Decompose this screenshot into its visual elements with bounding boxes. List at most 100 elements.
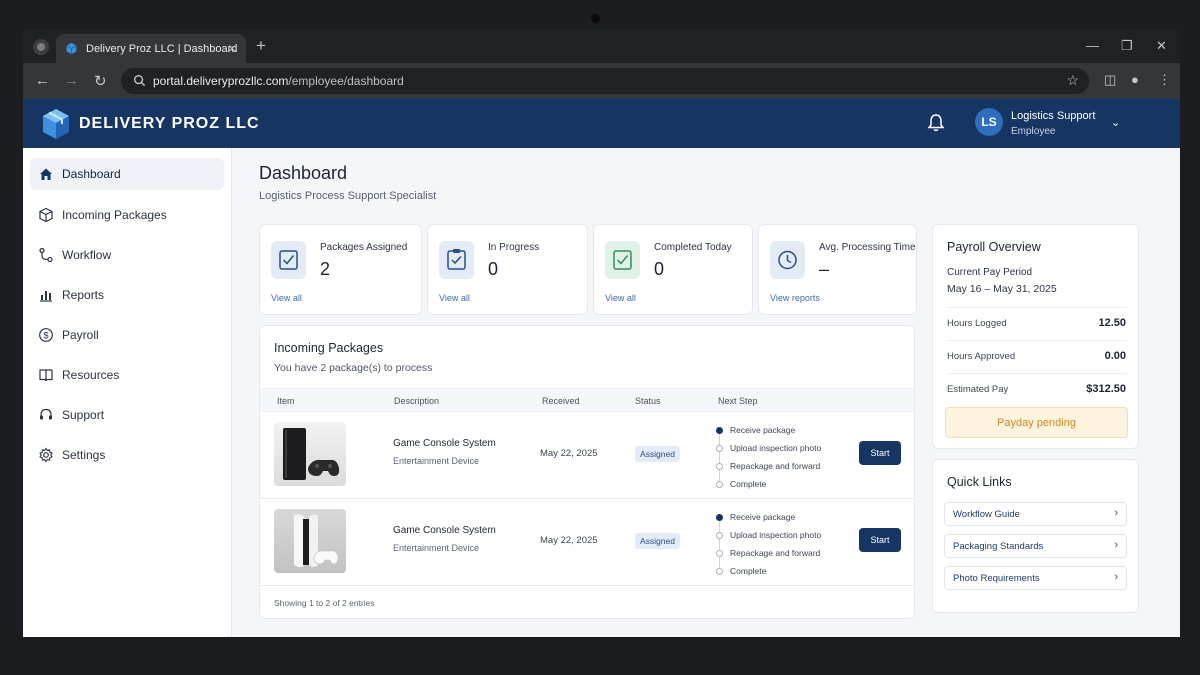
hours-logged-value: 12.50 <box>1098 317 1126 329</box>
new-tab-icon[interactable]: + <box>256 36 266 56</box>
hours-approved-label: Hours Approved <box>947 351 1016 362</box>
stat-value: 2 <box>320 259 331 279</box>
incoming-subtitle: You have 2 package(s) to process <box>274 362 433 374</box>
start-button[interactable]: Start <box>859 528 901 552</box>
column-header: Item <box>277 396 295 406</box>
next-step-tracker: Receive package Upload inspection photo … <box>715 512 855 576</box>
home-icon <box>40 168 52 180</box>
stat-card-completed-today: Completed Today 0 View all <box>593 224 753 315</box>
minimize-icon[interactable]: — <box>1086 38 1099 53</box>
view-all-link[interactable]: View all <box>271 293 302 303</box>
view-reports-link[interactable]: View reports <box>770 293 820 303</box>
step-label: Upload inspection photo <box>730 530 822 540</box>
black-console-image <box>274 422 346 486</box>
address-bar[interactable]: portal.deliveryprozllc.com/employee/dash… <box>121 68 1089 94</box>
sidebar-item-label: Workflow <box>62 248 112 262</box>
table-header: Item Description Received Status Next St… <box>260 388 914 412</box>
divider <box>947 373 1127 374</box>
sidebar-item-payroll[interactable]: $ Payroll <box>30 319 224 351</box>
chevron-down-icon[interactable]: ⌄ <box>1111 116 1120 129</box>
stat-card-avg-processing-time: Avg. Processing Time – View reports <box>758 224 917 315</box>
step-label: Receive package <box>730 425 796 435</box>
chevron-right-icon: › <box>1114 507 1118 519</box>
profile-avatar-icon[interactable]: ● <box>1131 72 1139 87</box>
url-path: /employee/dashboard <box>288 74 404 88</box>
step-dot <box>716 568 723 575</box>
sidebar-item-settings[interactable]: Settings <box>30 439 224 471</box>
book-icon <box>39 369 53 382</box>
package-name: Game Console System <box>393 438 496 449</box>
browser-toolbar: ← → ↻ portal.deliveryprozllc.com/employe… <box>23 63 1180 99</box>
step-label: Repackage and forward <box>730 461 821 471</box>
tab-close-icon[interactable]: × <box>228 40 236 56</box>
clock-icon <box>770 241 805 279</box>
divider <box>947 307 1127 308</box>
window-close-icon[interactable]: ✕ <box>1156 38 1167 54</box>
page-title: Dashboard <box>259 163 348 183</box>
column-header: Received <box>542 396 580 406</box>
sidebar-item-label: Resources <box>62 368 120 382</box>
incoming-packages-panel: Incoming Packages You have 2 package(s) … <box>259 325 915 619</box>
stat-card-packages-assigned: Packages Assigned 2 View all <box>259 224 422 315</box>
quick-link-packaging-standards[interactable]: Packaging Standards › <box>944 534 1127 558</box>
browser-profile-icon[interactable] <box>33 39 49 55</box>
status-badge: Assigned <box>635 446 680 462</box>
step-label: Upload inspection photo <box>730 443 822 453</box>
sidebar-item-label: Settings <box>62 448 106 462</box>
chevron-right-icon: › <box>1114 539 1118 551</box>
quick-link-label: Packaging Standards <box>953 540 1044 552</box>
view-all-link[interactable]: View all <box>605 293 636 303</box>
table-row: Game Console System Entertainment Device… <box>260 413 914 499</box>
estimated-pay-value: $312.50 <box>1086 383 1126 395</box>
quick-link-workflow-guide[interactable]: Workflow Guide › <box>944 502 1127 526</box>
cube-favicon-icon <box>66 42 77 55</box>
step-dot <box>716 532 723 539</box>
bookmark-star-icon[interactable]: ☆ <box>1066 72 1079 89</box>
avatar[interactable]: LS <box>975 108 1003 136</box>
restore-icon[interactable]: ❐ <box>1121 38 1133 54</box>
step-line <box>719 431 720 485</box>
sidebar-item-workflow[interactable]: Workflow <box>30 239 224 271</box>
quick-links-title: Quick Links <box>947 475 1012 489</box>
webcam <box>591 14 600 23</box>
column-header: Next Step <box>718 396 758 406</box>
package-category: Entertainment Device <box>393 543 480 553</box>
tab-title: Delivery Proz LLC | Dashboard <box>86 42 238 55</box>
sidebar-item-incoming-packages[interactable]: Incoming Packages <box>30 199 224 231</box>
svg-text:$: $ <box>43 330 48 340</box>
back-icon[interactable]: ← <box>35 72 50 89</box>
reload-icon[interactable]: ↻ <box>94 72 107 90</box>
bell-icon[interactable] <box>926 113 946 133</box>
sidebar-item-label: Reports <box>62 288 105 302</box>
browser-menu-icon[interactable]: ⋮ <box>1158 72 1171 88</box>
sidebar: Dashboard Incoming Packages Workflow Rep… <box>23 148 232 637</box>
step-label: Repackage and forward <box>730 548 821 558</box>
table-row: Game Console System Entertainment Device… <box>260 500 914 586</box>
user-role: Employee <box>1011 126 1056 137</box>
stat-value: – <box>819 259 830 279</box>
step-dot <box>716 550 723 557</box>
sidebar-item-support[interactable]: Support <box>30 399 224 431</box>
sidebar-item-resources[interactable]: Resources <box>30 359 224 391</box>
sidebar-item-label: Payroll <box>62 328 99 342</box>
user-name[interactable]: Logistics Support <box>1011 110 1095 122</box>
stat-label: Completed Today <box>654 242 732 253</box>
forward-icon[interactable]: → <box>64 72 79 89</box>
view-all-link[interactable]: View all <box>439 293 470 303</box>
sidebar-item-label: Support <box>62 408 105 422</box>
sidebar-item-dashboard[interactable]: Dashboard <box>30 158 224 190</box>
stat-label: Avg. Processing Time <box>819 242 916 253</box>
screen: Delivery Proz LLC | Dashboard × + — ❐ ✕ … <box>23 30 1180 637</box>
package-name: Game Console System <box>393 525 496 536</box>
headset-icon <box>40 408 52 420</box>
status-badge: Assigned <box>635 533 680 549</box>
gear-icon <box>39 447 53 463</box>
sidebar-item-reports[interactable]: Reports <box>30 279 224 311</box>
hours-logged-label: Hours Logged <box>947 318 1007 329</box>
quick-link-photo-requirements[interactable]: Photo Requirements › <box>944 566 1127 590</box>
received-date: May 22, 2025 <box>540 448 598 459</box>
start-button[interactable]: Start <box>859 441 901 465</box>
dollar-icon: $ <box>39 328 53 342</box>
side-panel-icon[interactable]: ◫ <box>1104 72 1116 88</box>
browser-tab[interactable]: Delivery Proz LLC | Dashboard × <box>56 34 246 63</box>
